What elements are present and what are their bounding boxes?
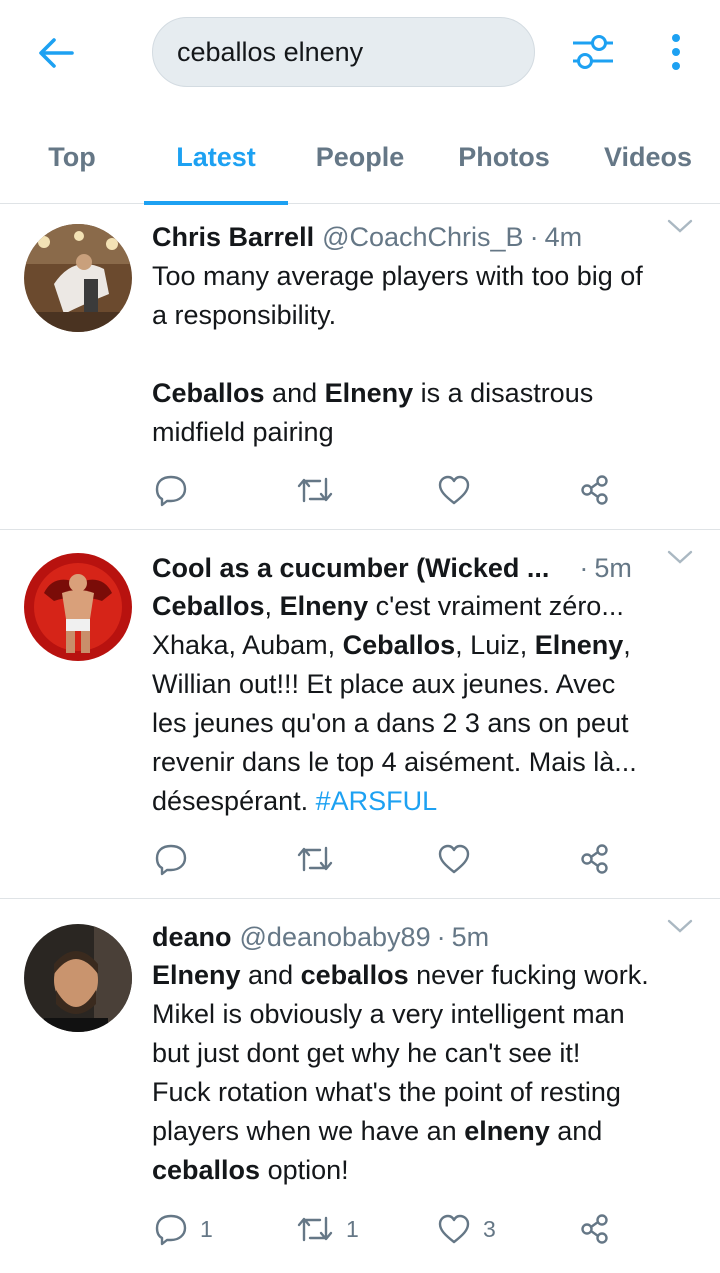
share-button[interactable] <box>578 468 612 512</box>
retweet-button[interactable] <box>296 837 346 881</box>
author-name[interactable]: Chris Barrell <box>152 222 314 253</box>
like-count: 3 <box>483 1215 496 1242</box>
author-name[interactable]: deano <box>152 922 232 953</box>
share-button[interactable] <box>578 837 612 881</box>
tab-people[interactable]: People <box>288 110 432 204</box>
chevron-down-icon <box>667 919 693 933</box>
tweet-text: Too many average players with too big of… <box>152 261 643 447</box>
reply-button[interactable] <box>154 837 200 881</box>
like-icon <box>438 1214 470 1244</box>
tweet-actions: 1 1 3 <box>152 1207 632 1251</box>
tweet-actions <box>152 468 632 512</box>
avatar[interactable] <box>24 224 132 332</box>
tweet-menu-button[interactable] <box>660 911 700 941</box>
tweet-menu-button[interactable] <box>660 542 700 572</box>
like-button[interactable] <box>437 837 483 881</box>
more-vertical-icon <box>672 34 680 70</box>
filter-sliders-icon <box>573 35 613 69</box>
reply-icon <box>155 844 187 876</box>
tweet-item[interactable]: deano @deanobaby89 · 5m Elneny and cebal… <box>0 899 720 1273</box>
reply-count: 1 <box>200 1215 213 1242</box>
tab-latest[interactable]: Latest <box>144 110 288 205</box>
avatar-image <box>24 553 132 661</box>
tweet-actions <box>152 837 632 881</box>
share-icon <box>581 844 608 874</box>
hashtag-link[interactable]: #ARSFUL <box>316 786 438 816</box>
back-button[interactable] <box>28 28 84 78</box>
avatar-image <box>24 924 132 1032</box>
retweet-icon <box>297 477 333 503</box>
tweet-item[interactable]: Chris Barrell @CoachChris_B · 4m Too man… <box>0 205 720 530</box>
like-button[interactable]: 3 <box>437 1207 496 1251</box>
reply-button[interactable]: 1 <box>154 1207 213 1251</box>
like-button[interactable] <box>437 468 483 512</box>
search-tabs: Top Latest People Photos Videos <box>0 110 720 205</box>
retweet-count: 1 <box>346 1215 359 1242</box>
tweet-header: Cool as a cucumber (Wicked ... · 5m <box>152 548 700 588</box>
reply-button[interactable] <box>154 468 200 512</box>
top-bar: ceballos elneny <box>0 0 720 110</box>
tweet-text: Ceballos, Elneny c'est vraiment zéro... … <box>152 591 637 816</box>
avatar-image <box>24 224 132 332</box>
tweet-item[interactable]: Cool as a cucumber (Wicked ... · 5m Ceba… <box>0 530 720 899</box>
retweet-button[interactable] <box>296 468 346 512</box>
tweet-header: deano @deanobaby89 · 5m <box>152 917 700 957</box>
separator-dot: · <box>579 552 589 583</box>
author-handle[interactable]: @CoachChris_B <box>322 222 524 253</box>
retweet-button[interactable]: 1 <box>296 1207 359 1251</box>
chevron-down-icon <box>667 219 693 233</box>
like-icon <box>438 475 470 505</box>
tweet-time: 4m <box>544 221 583 252</box>
back-arrow-icon <box>39 38 74 68</box>
separator-dot: · <box>529 221 539 252</box>
share-icon <box>581 475 608 505</box>
separator-dot: · <box>436 921 446 952</box>
search-filter-button[interactable] <box>566 28 620 76</box>
author-handle[interactable]: @deanobaby89 <box>240 922 431 953</box>
chevron-down-icon <box>667 550 693 564</box>
share-icon <box>581 1214 608 1244</box>
search-input[interactable]: ceballos elneny <box>152 17 535 87</box>
like-icon <box>438 844 470 874</box>
tab-photos[interactable]: Photos <box>432 110 576 204</box>
tweet-text: Elneny and ceballos never fucking work. … <box>152 960 649 1185</box>
retweet-icon <box>297 1216 333 1242</box>
more-options-button[interactable] <box>656 28 696 76</box>
avatar[interactable] <box>24 553 132 661</box>
share-button[interactable] <box>578 1207 612 1251</box>
tab-videos[interactable]: Videos <box>576 110 720 204</box>
retweet-icon <box>297 846 333 872</box>
tweet-header: Chris Barrell @CoachChris_B · 4m <box>152 217 700 257</box>
tweet-time: 5m <box>451 921 490 952</box>
search-query-text: ceballos elneny <box>177 36 364 67</box>
tweet-time: 5m <box>594 552 632 583</box>
reply-icon <box>155 1214 187 1246</box>
reply-icon <box>155 475 187 507</box>
tab-top[interactable]: Top <box>0 110 144 204</box>
author-name[interactable]: Cool as a cucumber (Wicked ... <box>152 553 549 584</box>
avatar[interactable] <box>24 924 132 1032</box>
tweet-menu-button[interactable] <box>660 211 700 241</box>
